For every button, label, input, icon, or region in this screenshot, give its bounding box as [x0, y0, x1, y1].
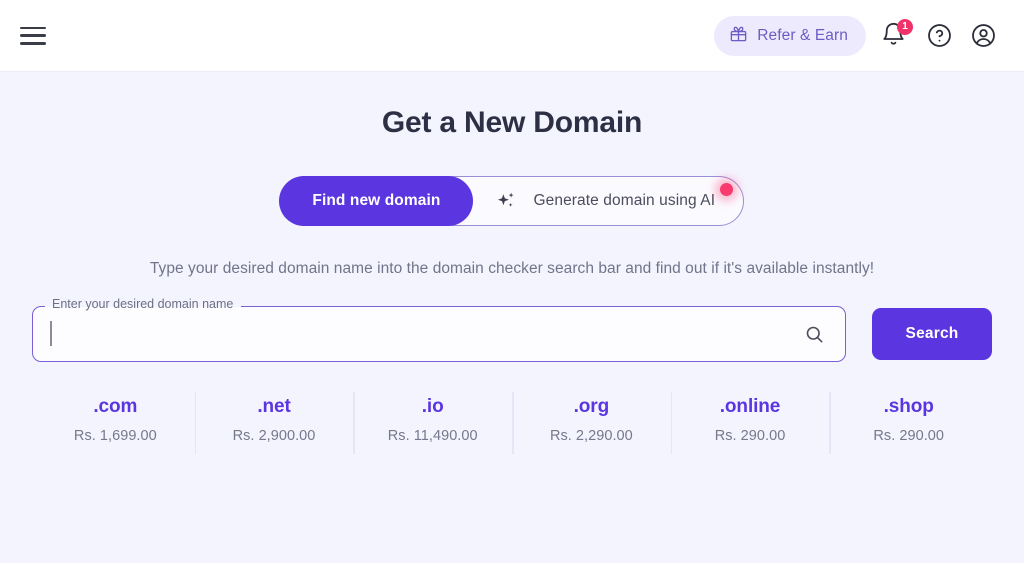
- tab-find-new-domain-label: Find new domain: [312, 192, 441, 209]
- bell-wrapper: 1: [880, 18, 913, 51]
- account-button[interactable]: [968, 21, 998, 51]
- domain-search-input[interactable]: [49, 307, 801, 361]
- tld-price: Rs. 290.00: [714, 428, 786, 444]
- domain-search-row: Enter your desired domain name Search: [0, 297, 1024, 362]
- gift-icon: [729, 24, 748, 48]
- domain-search-label: Enter your desired domain name: [52, 297, 234, 311]
- tld-price: Rs. 290.00: [873, 428, 945, 444]
- domain-search-field: Enter your desired domain name: [32, 297, 846, 362]
- user-avatar-icon: [971, 24, 995, 47]
- tld-item[interactable]: .org Rs. 2,290.00: [512, 392, 671, 454]
- top-bar: Refer & Earn 1: [0, 0, 1024, 72]
- text-cursor: [50, 321, 52, 346]
- hamburger-line: [20, 41, 46, 45]
- tld-item[interactable]: .online Rs. 290.00: [670, 392, 830, 454]
- tld-name: .com: [93, 396, 138, 417]
- help-circle-icon: [927, 24, 951, 47]
- tld-price: Rs. 2,900.00: [232, 428, 316, 444]
- notifications-button[interactable]: 1: [880, 18, 913, 51]
- search-magnifier-icon[interactable]: [801, 321, 827, 347]
- help-button[interactable]: [924, 21, 954, 51]
- tld-price: Rs. 2,290.00: [549, 428, 633, 444]
- refer-and-earn-label: Refer & Earn: [757, 26, 848, 44]
- tld-item[interactable]: .net Rs. 2,900.00: [194, 392, 354, 454]
- tld-item[interactable]: .shop Rs. 290.00: [829, 392, 988, 454]
- tab-generate-domain-ai[interactable]: Generate domain using AI: [473, 177, 743, 225]
- top-bar-actions: Refer & Earn 1: [714, 15, 998, 56]
- domain-search-field-box: [32, 306, 846, 362]
- tld-item[interactable]: .io Rs. 11,490.00: [353, 392, 512, 454]
- tld-name: .net: [257, 396, 291, 417]
- mode-toggle: Find new domain Generate domain using AI: [279, 176, 745, 226]
- tab-find-new-domain[interactable]: Find new domain: [279, 176, 474, 226]
- search-button[interactable]: Search: [872, 308, 992, 360]
- page-subtitle: Type your desired domain name into the d…: [149, 260, 875, 277]
- hamburger-line: [20, 26, 46, 30]
- refer-and-earn-button[interactable]: Refer & Earn: [714, 15, 866, 56]
- tld-name: .io: [421, 396, 444, 417]
- tld-name: .org: [573, 396, 610, 417]
- page-title: Get a New Domain: [381, 106, 643, 139]
- mode-toggle-wrapper: Find new domain Generate domain using AI: [0, 176, 1024, 226]
- hamburger-menu-icon[interactable]: [20, 26, 46, 46]
- main-content: Get a New Domain Find new domain Generat…: [0, 72, 1024, 454]
- sparkle-ai-icon: [495, 189, 519, 213]
- tld-item[interactable]: .com Rs. 1,699.00: [36, 392, 195, 454]
- hamburger-line: [20, 34, 46, 37]
- notification-badge: 1: [897, 18, 913, 35]
- tld-price: Rs. 11,490.00: [387, 428, 478, 444]
- tld-price: Rs. 1,699.00: [73, 428, 157, 444]
- tld-name: .online: [719, 396, 781, 417]
- tld-name: .shop: [883, 396, 934, 417]
- tab-generate-domain-ai-label: Generate domain using AI: [533, 192, 716, 209]
- tld-price-strip: .com Rs. 1,699.00 .net Rs. 2,900.00 .io …: [0, 392, 1024, 454]
